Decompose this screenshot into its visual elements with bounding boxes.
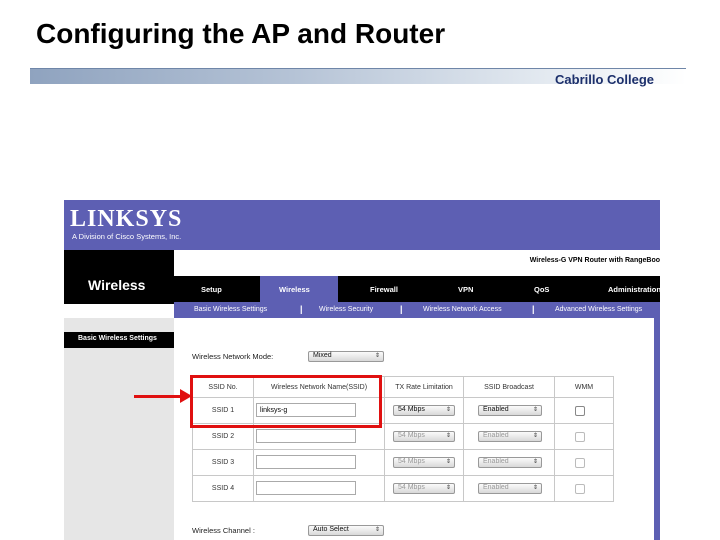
select-arrows-icon: ⇕ <box>532 433 538 439</box>
rate-cell: 54 Mbps ⇕ <box>384 449 464 476</box>
right-border <box>654 318 660 540</box>
college-name: Cabrillo College <box>555 72 654 87</box>
mode-value: Mixed <box>313 352 332 359</box>
section-title: Wireless <box>88 277 146 293</box>
ssid-no: SSID 4 <box>192 475 254 502</box>
channel-value: Auto Select <box>313 526 349 533</box>
col-tx-rate: TX Rate Limitation <box>384 376 464 398</box>
mode-select[interactable]: Mixed ⇕ <box>308 351 384 362</box>
wmm-cell <box>554 475 614 502</box>
wmm-checkbox[interactable] <box>575 458 585 468</box>
tab-setup[interactable]: Setup <box>201 285 222 294</box>
col-ssid-broadcast: SSID Broadcast <box>463 376 555 398</box>
sub-separator: | <box>532 304 535 314</box>
tab-firewall[interactable]: Firewall <box>370 285 398 294</box>
ssid-name-cell <box>253 449 385 476</box>
pointer-arrow-shaft <box>134 395 182 398</box>
tx-rate-select[interactable]: 54 Mbps ⇕ <box>393 457 455 468</box>
sidebar-heading: Basic Wireless Settings <box>64 332 174 348</box>
wmm-cell <box>554 397 614 424</box>
select-arrows-icon: ⇕ <box>445 459 451 465</box>
linksys-logo: LINKSYS <box>70 206 183 232</box>
channel-label: Wireless Channel : <box>192 526 255 535</box>
wmm-checkbox[interactable] <box>575 432 585 442</box>
ssid-name-input[interactable] <box>256 429 356 443</box>
logo-subtitle: A Division of Cisco Systems, Inc. <box>72 232 182 241</box>
tx-rate-value: 54 Mbps <box>398 458 425 465</box>
channel-select[interactable]: Auto Select ⇕ <box>308 525 384 536</box>
slide-title: Configuring the AP and Router <box>36 18 446 49</box>
main-nav <box>174 276 660 302</box>
select-arrows-icon: ⇕ <box>445 407 451 413</box>
tx-rate-value: 54 Mbps <box>398 432 425 439</box>
select-arrows-icon: ⇕ <box>532 407 538 413</box>
rate-cell: 54 Mbps ⇕ <box>384 475 464 502</box>
ssid-name-cell <box>253 475 385 502</box>
wmm-cell <box>554 449 614 476</box>
tx-rate-select[interactable]: 54 Mbps ⇕ <box>393 405 455 416</box>
subtab-basic-wireless[interactable]: Basic Wireless Settings <box>194 306 267 313</box>
broadcast-cell: Enabled ⇕ <box>463 449 555 476</box>
tx-rate-value: 54 Mbps <box>398 406 425 413</box>
wmm-cell <box>554 423 614 450</box>
select-arrows-icon: ⇕ <box>445 433 451 439</box>
broadcast-select[interactable]: Enabled ⇕ <box>478 431 542 442</box>
broadcast-cell: Enabled ⇕ <box>463 423 555 450</box>
sub-separator: | <box>300 304 303 314</box>
tab-administration[interactable]: Administration <box>608 285 660 294</box>
tx-rate-select[interactable]: 54 Mbps ⇕ <box>393 431 455 442</box>
sub-separator: | <box>400 304 403 314</box>
tab-vpn[interactable]: VPN <box>458 285 473 294</box>
table-row: SSID 3 54 Mbps ⇕ Enabled ⇕ <box>192 449 614 476</box>
rate-cell: 54 Mbps ⇕ <box>384 397 464 424</box>
select-arrows-icon: ⇕ <box>445 485 451 491</box>
select-arrows-icon: ⇕ <box>532 485 538 491</box>
model-name: Wireless-G VPN Router with RangeBoo <box>529 257 660 264</box>
tab-qos[interactable]: QoS <box>534 285 549 294</box>
ssid1-highlight-box <box>190 375 382 428</box>
subtab-network-access[interactable]: Wireless Network Access <box>423 306 502 313</box>
broadcast-cell: Enabled ⇕ <box>463 475 555 502</box>
header-rule-line <box>30 68 686 69</box>
table-row: SSID 4 54 Mbps ⇕ Enabled ⇕ <box>192 475 614 502</box>
broadcast-value: Enabled <box>483 458 509 465</box>
pointer-arrow-icon <box>180 389 192 403</box>
broadcast-select[interactable]: Enabled ⇕ <box>478 405 542 416</box>
wmm-checkbox[interactable] <box>575 484 585 494</box>
select-arrows-icon: ⇕ <box>374 527 380 533</box>
router-screenshot: LINKSYS A Division of Cisco Systems, Inc… <box>64 200 660 540</box>
rate-cell: 54 Mbps ⇕ <box>384 423 464 450</box>
ssid-name-input[interactable] <box>256 455 356 469</box>
wmm-checkbox[interactable] <box>575 406 585 416</box>
tab-wireless[interactable]: Wireless <box>279 285 310 294</box>
select-arrows-icon: ⇕ <box>532 459 538 465</box>
sidebar-heading-label: Basic Wireless Settings <box>78 335 157 342</box>
col-wmm: WMM <box>554 376 614 398</box>
broadcast-value: Enabled <box>483 406 509 413</box>
tx-rate-value: 54 Mbps <box>398 484 425 491</box>
broadcast-cell: Enabled ⇕ <box>463 397 555 424</box>
subtab-wireless-security[interactable]: Wireless Security <box>319 306 373 313</box>
broadcast-value: Enabled <box>483 484 509 491</box>
broadcast-select[interactable]: Enabled ⇕ <box>478 457 542 468</box>
ssid-no: SSID 3 <box>192 449 254 476</box>
select-arrows-icon: ⇕ <box>374 353 380 359</box>
broadcast-value: Enabled <box>483 432 509 439</box>
subtab-advanced-wireless[interactable]: Advanced Wireless Settings <box>555 306 642 313</box>
tx-rate-select[interactable]: 54 Mbps ⇕ <box>393 483 455 494</box>
mode-label: Wireless Network Mode: <box>192 352 274 361</box>
broadcast-select[interactable]: Enabled ⇕ <box>478 483 542 494</box>
ssid-name-input[interactable] <box>256 481 356 495</box>
left-column <box>64 318 174 540</box>
